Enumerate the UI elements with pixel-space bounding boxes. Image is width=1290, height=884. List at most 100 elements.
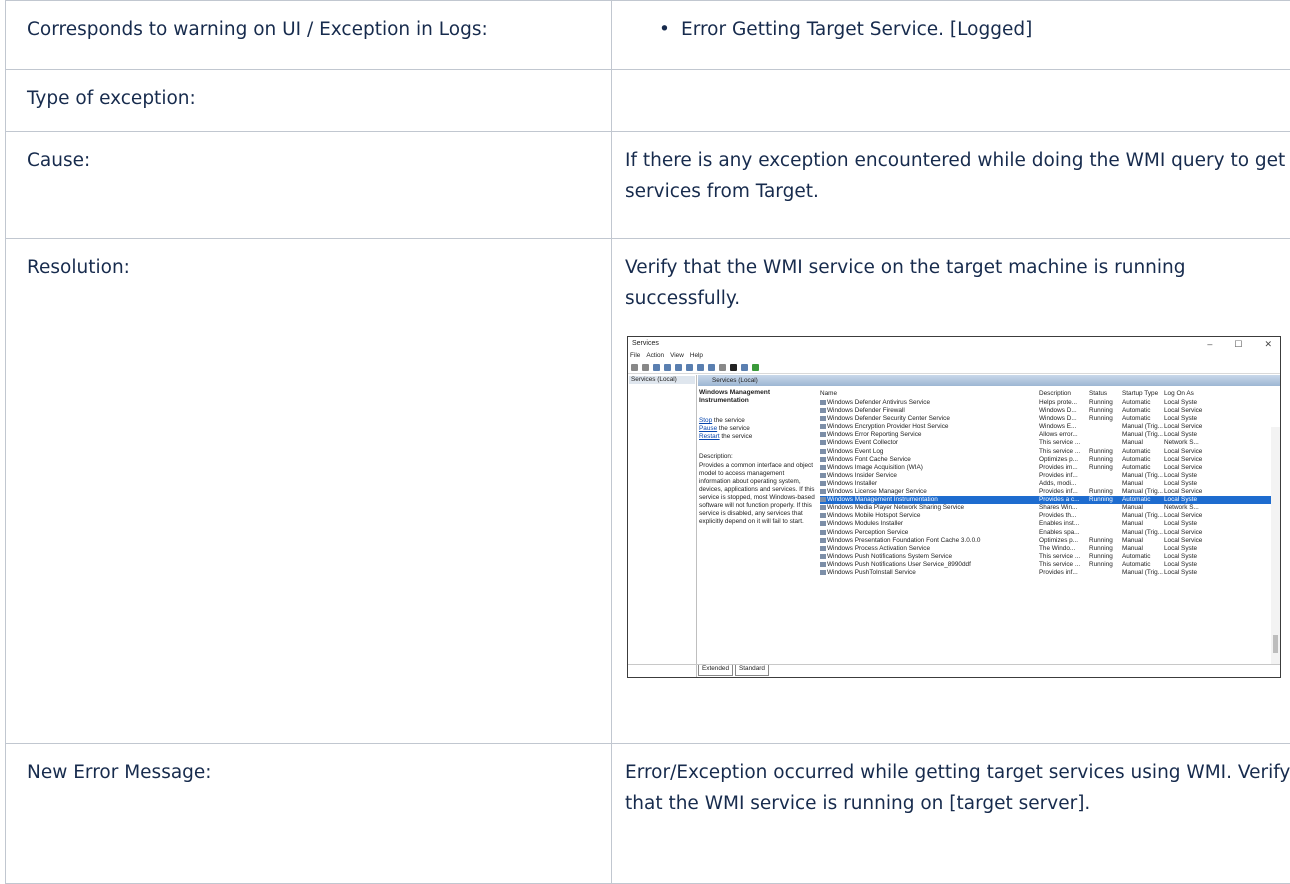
service-cell: Windows E... — [1039, 423, 1089, 431]
service-cell: Windows Event Log — [820, 448, 1039, 456]
scroll-thumb — [1273, 635, 1278, 653]
window-title: Services — [632, 340, 659, 348]
service-cell: Windows License Manager Service — [820, 488, 1039, 496]
menu-help: Help — [690, 352, 703, 360]
service-row: Windows Defender FirewallWindows D...Run… — [820, 407, 1280, 415]
forward-icon — [642, 364, 649, 371]
service-cell: Local Syste — [1164, 569, 1216, 577]
stop-link-rest: the service — [712, 417, 745, 424]
service-cell: Running — [1089, 496, 1122, 504]
type-value — [612, 70, 1290, 132]
service-cell: Allows error... — [1039, 431, 1089, 439]
service-cell — [1089, 529, 1122, 537]
window-controls: – ☐ ✕ — [1207, 340, 1280, 348]
service-cell: Windows D... — [1039, 407, 1089, 415]
warning-value-cell: • Error Getting Target Service. [Logged] — [612, 1, 1290, 70]
bullet-icon: • — [659, 14, 681, 45]
service-cell: Running — [1089, 553, 1122, 561]
service-cell: Automatic — [1122, 415, 1164, 423]
stop-icon — [730, 364, 737, 371]
service-cell: Local Service — [1164, 423, 1216, 431]
service-cell: Running — [1089, 448, 1122, 456]
service-cell: Enables spa... — [1039, 529, 1089, 537]
list-rows: Windows Defender Antivirus ServiceHelps … — [820, 399, 1280, 577]
service-row: Windows Event LogThis service ...Running… — [820, 448, 1280, 456]
service-cell: Local Service — [1164, 488, 1216, 496]
service-row: Windows Push Notifications User Service_… — [820, 561, 1280, 569]
service-row: Windows Mobile Hotspot ServiceProvides t… — [820, 512, 1280, 520]
service-row: Windows Encryption Provider Host Service… — [820, 423, 1280, 431]
restart-link-rest: the service — [720, 433, 753, 440]
service-row: Windows Defender Security Center Service… — [820, 415, 1280, 423]
minimize-icon: – — [1207, 340, 1212, 348]
service-cell: Manual — [1122, 520, 1164, 528]
services-window-screenshot: Services – ☐ ✕ File Action View Help — [627, 336, 1281, 678]
service-cell: Windows Defender Firewall — [820, 407, 1039, 415]
service-cell: Running — [1089, 415, 1122, 423]
service-cell: Provides im... — [1039, 464, 1089, 472]
service-row: Windows License Manager ServiceProvides … — [820, 488, 1280, 496]
service-cell: Manual (Trig... — [1122, 431, 1164, 439]
description-text: Provides a common interface and object m… — [699, 462, 817, 527]
service-row: Windows PushToInstall ServiceProvides in… — [820, 569, 1280, 577]
service-cell: Optimizes p... — [1039, 456, 1089, 464]
service-row: Windows Media Player Network Sharing Ser… — [820, 504, 1280, 512]
service-cell — [1089, 423, 1122, 431]
service-cell: Local Syste — [1164, 480, 1216, 488]
service-cell: Windows Font Cache Service — [820, 456, 1039, 464]
service-row: Windows InstallerAdds, modi...ManualLoca… — [820, 480, 1280, 488]
service-cell: Windows Push Notifications User Service_… — [820, 561, 1039, 569]
resolution-label: Resolution: — [6, 239, 612, 744]
service-cell: Windows Management Instrumentation — [820, 496, 1039, 504]
service-cell: Provides th... — [1039, 512, 1089, 520]
service-cell: Running — [1089, 488, 1122, 496]
table-row-resolution: Resolution: Verify that the WMI service … — [6, 239, 1290, 744]
list-scrollbar — [1271, 427, 1280, 665]
service-cell — [1089, 431, 1122, 439]
service-row: Windows Push Notifications System Servic… — [820, 553, 1280, 561]
service-cell: Windows Mobile Hotspot Service — [820, 512, 1039, 520]
service-cell: Provides inf... — [1039, 488, 1089, 496]
service-row: Windows Modules InstallerEnables inst...… — [820, 520, 1280, 528]
service-cell: Windows Push Notifications System Servic… — [820, 553, 1039, 561]
service-cell: Local Service — [1164, 512, 1216, 520]
type-label: Type of exception: — [6, 70, 612, 132]
menu-action: Action — [646, 352, 664, 360]
service-cell: Local Service — [1164, 456, 1216, 464]
menu-file: File — [630, 352, 640, 360]
service-cell: Local Service — [1164, 448, 1216, 456]
service-cell: Manual — [1122, 537, 1164, 545]
table-row-new-error: New Error Message: Error/Exception occur… — [6, 744, 1290, 884]
service-cell: This service ... — [1039, 439, 1089, 447]
cause-label: Cause: — [6, 132, 612, 239]
service-cell: This service ... — [1039, 553, 1089, 561]
service-cell: Automatic — [1122, 496, 1164, 504]
col-log-on-as: Log On As — [1164, 389, 1216, 399]
service-cell: Helps prote... — [1039, 399, 1089, 407]
service-row: Windows Error Reporting ServiceAllows er… — [820, 431, 1280, 439]
service-cell — [1089, 512, 1122, 520]
service-cell: Manual (Trig... — [1122, 512, 1164, 520]
table-row-warning: Corresponds to warning on UI / Exception… — [6, 1, 1290, 70]
service-cell: Local Service — [1164, 529, 1216, 537]
service-cell: Shares Win... — [1039, 504, 1089, 512]
service-cell: Manual (Trig... — [1122, 423, 1164, 431]
service-cell: Manual (Trig... — [1122, 488, 1164, 496]
pause-link: Pause — [699, 425, 717, 432]
service-cell: Windows Perception Service — [820, 529, 1039, 537]
service-cell: Local Syste — [1164, 496, 1216, 504]
service-cell: Local Syste — [1164, 415, 1216, 423]
service-cell: Local Syste — [1164, 472, 1216, 480]
service-cell: This service ... — [1039, 448, 1089, 456]
close-icon: ✕ — [1264, 340, 1272, 348]
service-cell: Windows Event Collector — [820, 439, 1039, 447]
service-cell — [1089, 439, 1122, 447]
service-cell: Running — [1089, 561, 1122, 569]
service-cell: Local Syste — [1164, 431, 1216, 439]
description-label: Description: — [699, 453, 817, 461]
back-icon — [631, 364, 638, 371]
services-panel: Services (Local) Windows Management Inst… — [698, 375, 1280, 665]
window-toolbar — [628, 361, 1280, 374]
restart-link: Restart — [699, 433, 720, 440]
service-cell: Network S... — [1164, 504, 1216, 512]
